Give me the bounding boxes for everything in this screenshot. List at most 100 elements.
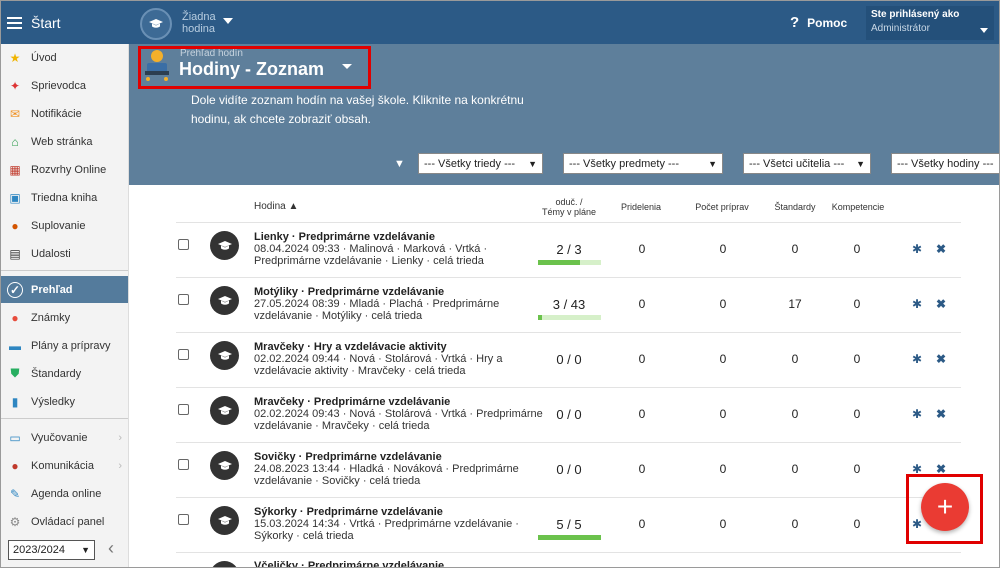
settings-icon[interactable]: ✱ [912, 242, 922, 256]
row-checkbox[interactable] [178, 294, 189, 305]
col-pocet-priprav[interactable]: Počet príprav [686, 202, 758, 212]
row-checkbox[interactable] [178, 459, 189, 470]
sidebar-item-ovladaci-panel[interactable]: ⚙ Ovládací panel [1, 508, 128, 535]
lesson-name[interactable]: Lienky · Predprimárne vzdelávanie [254, 231, 544, 243]
delete-icon[interactable]: ✖ [936, 297, 946, 311]
sidebar-item-vyucovanie[interactable]: ▭ Vyučovanie › [1, 424, 128, 451]
lesson-info[interactable]: Lienky · Predprimárne vzdelávanie 08.04.2… [254, 231, 544, 267]
year-value: 2023/2024 [13, 544, 65, 556]
sidebar-item-label: Udalosti [31, 247, 71, 260]
chevron-right-icon: › [118, 431, 122, 444]
graduation-cap-icon[interactable] [210, 286, 239, 315]
lesson-name[interactable]: Mravčeky · Hry a vzdelávacie aktivity [254, 341, 544, 353]
sidebar-item-prehlad[interactable]: ✓ Prehľad [1, 276, 128, 303]
kompetencie-value: 0 [853, 242, 861, 256]
sidebar: ★ Úvod ✦ Sprievodca ✉ Notifikácie ⌂ Web strá… [1, 44, 129, 567]
lesson-info[interactable]: Mravčeky · Hry a vzdelávacie aktivity 02.… [254, 341, 544, 377]
kompetencie-value: 0 [853, 352, 861, 366]
row-divider [176, 497, 961, 498]
pocet-value: 0 [719, 352, 727, 366]
settings-icon[interactable]: ✱ [912, 352, 922, 366]
progress-fill [538, 535, 601, 540]
lesson-info[interactable]: Sovičky · Predprimárne vzdelávanie 24.08.… [254, 451, 544, 487]
sidebar-item-agenda[interactable]: ✎ Agenda online [1, 480, 128, 507]
sidebar-item-komunikacia[interactable]: ● Komunikácia › [1, 452, 128, 479]
lesson-details: 02.02.2024 09:44 · Nová · Stolárová · Vr… [254, 353, 503, 365]
filter-value: --- Všetky triedy --- [424, 157, 516, 170]
star-icon: ★ [9, 50, 21, 65]
graduation-cap-icon[interactable] [140, 8, 172, 40]
delete-icon[interactable]: ✖ [936, 242, 946, 256]
lesson-details: vzdelávanie · Motýliky · celá trieda [254, 310, 423, 322]
progress-fill [538, 260, 581, 265]
row-checkbox[interactable] [178, 239, 189, 250]
filter-teachers[interactable]: --- Všetci učitelia --- ▼ [743, 153, 871, 174]
graduation-cap-icon[interactable] [210, 506, 239, 535]
divider [1, 270, 128, 271]
col-standardy[interactable]: Štandardy [765, 202, 825, 212]
year-select[interactable]: 2023/2024 ▼ [8, 540, 95, 560]
settings-icon[interactable]: ✱ [912, 297, 922, 311]
filter-subjects[interactable]: --- Všetky predmety --- ▼ [563, 153, 723, 174]
user-menu[interactable]: Ste prihlásený ako Administrátor [866, 6, 994, 40]
col-kompetencie[interactable]: Kompetencie [827, 202, 889, 212]
divider [1, 418, 128, 419]
sidebar-item-notifikacie[interactable]: ✉ Notifikácie [1, 100, 128, 127]
chevron-down-icon[interactable] [223, 18, 233, 24]
standardy-value: 0 [791, 462, 799, 476]
sidebar-item-plany[interactable]: ▬ Plány a prípravy [1, 332, 128, 359]
col-oducene[interactable]: oduč. / Témy v pláne [533, 197, 605, 217]
lesson-name[interactable]: Sovičky · Predprimárne vzdelávanie [254, 451, 544, 463]
lesson-info[interactable]: Sýkorky · Predprimárne vzdelávanie 15.03.… [254, 506, 544, 542]
graduation-cap-icon[interactable] [210, 451, 239, 480]
graduation-cap-icon[interactable] [210, 231, 239, 260]
lesson-details: vzdelávanie · Sovičky · celá trieda [254, 475, 421, 487]
highlight-frame [138, 46, 371, 89]
sidebar-item-udalosti[interactable]: ▤ Udalosti [1, 240, 128, 267]
lesson-info[interactable]: Motýliky · Predprimárne vzdelávanie 27.05… [254, 286, 544, 322]
taught-ratio: 0 / 0 [556, 462, 582, 477]
filter-classes[interactable]: --- Všetky triedy --- ▼ [418, 153, 543, 174]
sidebar-item-sprievodca[interactable]: ✦ Sprievodca [1, 72, 128, 99]
pocet-value: 0 [719, 297, 727, 311]
lesson-name[interactable]: Sýkorky · Predprimárne vzdelávanie [254, 506, 544, 518]
lesson-name[interactable]: Včeličky · Predprimárne vzdelávanie [254, 560, 544, 567]
col-hodina[interactable]: Hodina ▲ [254, 202, 298, 212]
sidebar-item-triedna-kniha[interactable]: ▣ Triedna kniha [1, 184, 128, 211]
row-checkbox[interactable] [178, 349, 189, 360]
lesson-name[interactable]: Mravčeky · Predprimárne vzdelávanie [254, 396, 544, 408]
settings-icon[interactable]: ✱ [912, 407, 922, 421]
delete-icon[interactable]: ✖ [936, 407, 946, 421]
help-button[interactable]: ? Pomoc [790, 14, 847, 31]
sidebar-item-standardy[interactable]: ⛊ Štandardy [1, 360, 128, 387]
page-description: Dole vidíte zoznam hodín na vašej škole.… [191, 93, 524, 126]
sidebar-item-suplovanie[interactable]: ● Suplovanie [1, 212, 128, 239]
sidebar-item-vysledky[interactable]: ▮ Výsledky [1, 388, 128, 415]
kompetencie-value: 0 [853, 462, 861, 476]
standardy-value: 0 [791, 242, 799, 256]
start-menu-button[interactable]: Štart [1, 1, 129, 44]
sidebar-item-znamky[interactable]: ● Známky [1, 304, 128, 331]
taught-ratio: 0 / 0 [556, 352, 582, 367]
filter-lessons[interactable]: --- Všetky hodiny --- [891, 153, 999, 174]
lesson-info[interactable]: Mravčeky · Predprimárne vzdelávanie 02.02… [254, 396, 544, 432]
progress-bar [538, 535, 601, 540]
filter-value: --- Všetky predmety --- [569, 157, 680, 170]
sidebar-item-rozvrhy[interactable]: ▦ Rozvrhy Online [1, 156, 128, 183]
col-pridelenia[interactable]: Pridelenia [611, 202, 671, 212]
row-checkbox[interactable] [178, 514, 189, 525]
delete-icon[interactable]: ✖ [936, 352, 946, 366]
sidebar-item-uvod[interactable]: ★ Úvod [1, 44, 128, 71]
lesson-info[interactable]: Včeličky · Predprimárne vzdelávanie [254, 560, 544, 567]
envelope-icon: ✉ [9, 106, 21, 121]
lesson-details: 24.08.2023 13:44 · Hladká · Nováková · P… [254, 463, 519, 475]
row-checkbox[interactable] [178, 404, 189, 415]
collapse-sidebar-icon[interactable]: ‹ [108, 538, 114, 559]
sidebar-item-web[interactable]: ⌂ Web stránka [1, 128, 128, 155]
graduation-cap-icon[interactable] [210, 341, 239, 370]
term-selector[interactable]: Žiadna hodina [182, 11, 218, 35]
graduation-cap-icon[interactable] [210, 396, 239, 425]
pocet-value: 0 [719, 462, 727, 476]
briefcase-icon: ▬ [9, 338, 21, 353]
lesson-name[interactable]: Motýliky · Predprimárne vzdelávanie [254, 286, 544, 298]
